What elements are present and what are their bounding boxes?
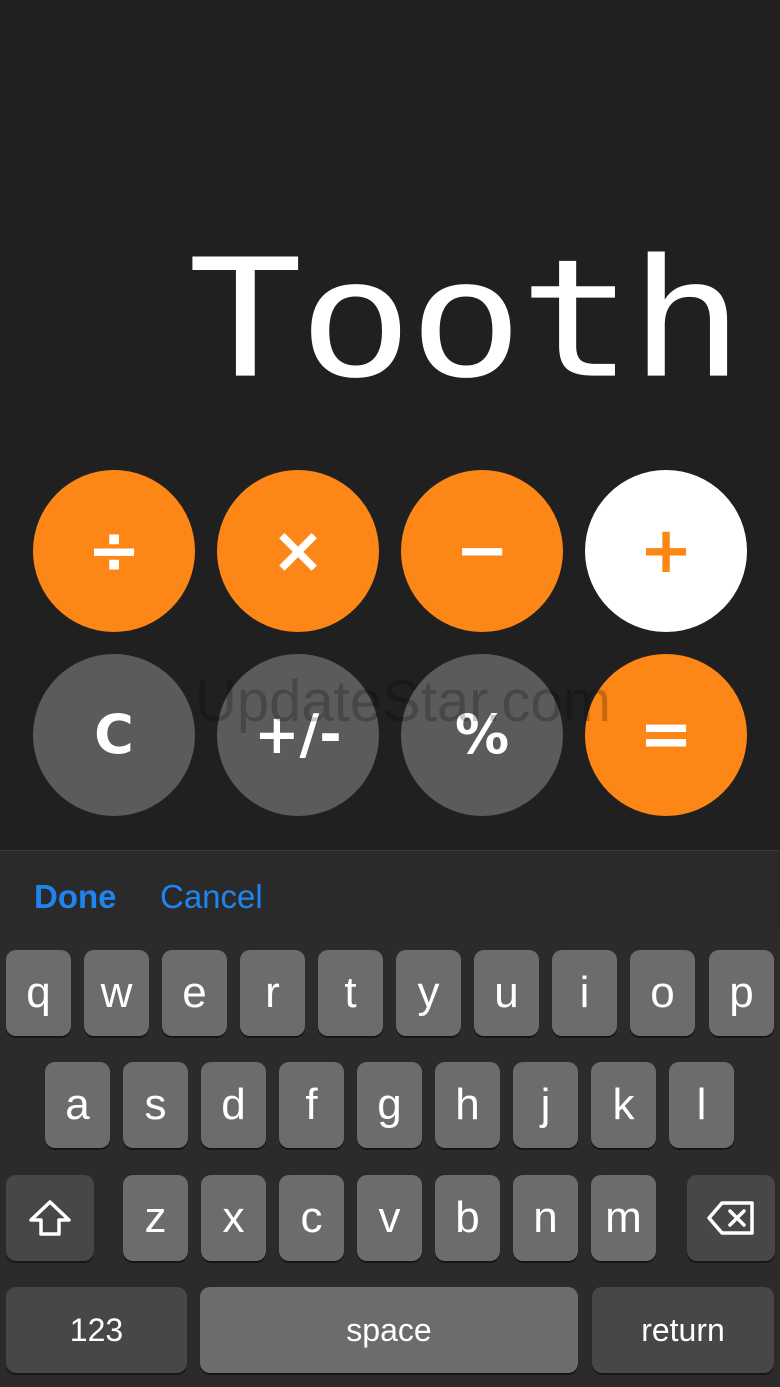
percent-button[interactable]: % [401, 654, 563, 816]
key-m[interactable]: m [591, 1175, 656, 1261]
clear-button[interactable]: C [33, 654, 195, 816]
key-l[interactable]: l [669, 1062, 734, 1148]
percent-icon: % [454, 703, 510, 766]
equals-icon: = [639, 698, 693, 772]
key-d[interactable]: d [201, 1062, 266, 1148]
display-value: Tooth [188, 224, 744, 415]
backspace-icon [707, 1201, 754, 1235]
key-i[interactable]: i [552, 950, 617, 1036]
numbers-key[interactable]: 123 [6, 1287, 187, 1373]
multiply-icon: × [271, 514, 325, 588]
key-h[interactable]: h [435, 1062, 500, 1148]
key-f[interactable]: f [279, 1062, 344, 1148]
key-s[interactable]: s [123, 1062, 188, 1148]
sign-toggle-button[interactable]: +/- [217, 654, 379, 816]
key-b[interactable]: b [435, 1175, 500, 1261]
key-u[interactable]: u [474, 950, 539, 1036]
key-e[interactable]: e [162, 950, 227, 1036]
divide-icon: ÷ [87, 514, 141, 588]
plus-button[interactable]: + [585, 470, 747, 632]
key-z[interactable]: z [123, 1175, 188, 1261]
key-x[interactable]: x [201, 1175, 266, 1261]
key-n[interactable]: n [513, 1175, 578, 1261]
key-j[interactable]: j [513, 1062, 578, 1148]
key-v[interactable]: v [357, 1175, 422, 1261]
shift-arrow-icon [29, 1200, 71, 1236]
equals-button[interactable]: = [585, 654, 747, 816]
plus-icon: + [639, 514, 693, 588]
key-r[interactable]: r [240, 950, 305, 1036]
key-q[interactable]: q [6, 950, 71, 1036]
return-key[interactable]: return [592, 1287, 774, 1373]
delete-key[interactable] [687, 1175, 775, 1261]
keyboard: q w e r t y u i o p a s d f g h j k l z … [0, 933, 780, 1387]
key-c[interactable]: c [279, 1175, 344, 1261]
sign-toggle-label: +/- [254, 703, 342, 766]
key-y[interactable]: y [396, 950, 461, 1036]
key-w[interactable]: w [84, 950, 149, 1036]
keyboard-toolbar [0, 850, 780, 934]
divide-button[interactable]: ÷ [33, 470, 195, 632]
key-p[interactable]: p [709, 950, 774, 1036]
minus-button[interactable]: − [401, 470, 563, 632]
key-o[interactable]: o [630, 950, 695, 1036]
clear-label: C [94, 703, 134, 766]
shift-key[interactable] [6, 1175, 94, 1261]
key-g[interactable]: g [357, 1062, 422, 1148]
cancel-button[interactable]: Cancel [160, 878, 263, 916]
key-t[interactable]: t [318, 950, 383, 1036]
multiply-button[interactable]: × [217, 470, 379, 632]
done-button[interactable]: Done [34, 878, 117, 916]
key-a[interactable]: a [45, 1062, 110, 1148]
minus-icon: − [455, 514, 509, 588]
space-key[interactable]: space [200, 1287, 578, 1373]
key-k[interactable]: k [591, 1062, 656, 1148]
calculator-screen: Tooth ÷ × − + C +/- % = UpdateStar.com [0, 0, 780, 850]
